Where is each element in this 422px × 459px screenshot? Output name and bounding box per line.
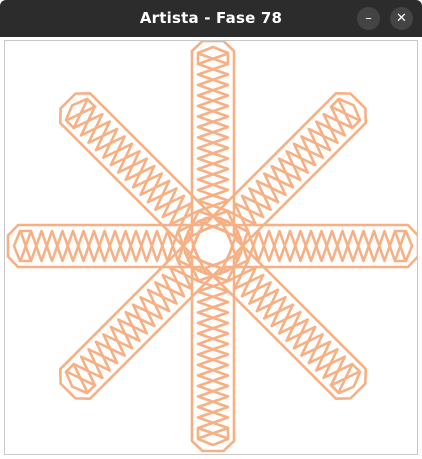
arm-down-right [204,237,368,401]
arm-left [6,223,203,269]
arm-up-left [58,91,222,255]
title-bar[interactable]: Artista - Fase 78 – ✕ [0,0,422,37]
app-window: Artista - Fase 78 – ✕ [0,0,422,459]
arm-down-left [58,237,222,401]
close-button[interactable]: ✕ [390,7,413,30]
arm-up [190,41,236,236]
arm-right [223,223,417,269]
artwork [6,41,417,453]
minimize-button[interactable]: – [357,7,380,30]
drawing-canvas [4,40,418,455]
arm-down [190,256,236,453]
arm-up-right [204,91,368,255]
